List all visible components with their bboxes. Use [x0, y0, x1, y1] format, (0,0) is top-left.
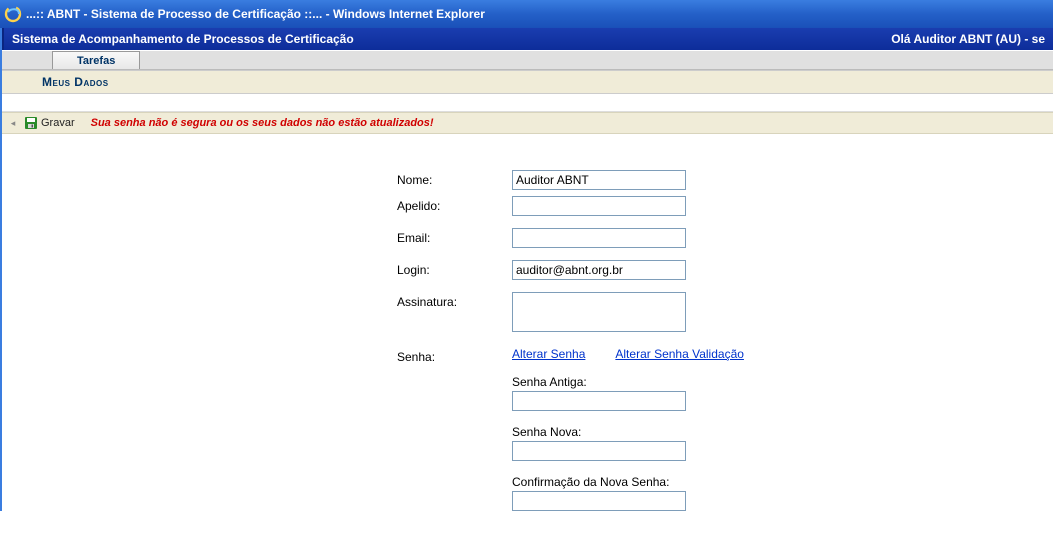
label-email: Email: — [2, 228, 512, 245]
label-senha: Senha: — [2, 347, 512, 364]
warning-message: Sua senha não é segura ou os seus dados … — [91, 117, 434, 129]
window-titlebar: ...:: ABNT - Sistema de Processo de Cert… — [0, 0, 1053, 28]
input-nome[interactable] — [512, 170, 686, 190]
input-apelido[interactable] — [512, 196, 686, 216]
link-alterar-senha[interactable]: Alterar Senha — [512, 347, 585, 361]
label-senha-antiga: Senha Antiga: — [512, 375, 1053, 389]
tab-label: Tarefas — [77, 55, 115, 67]
input-login[interactable] — [512, 260, 686, 280]
label-apelido: Apelido: — [2, 196, 512, 213]
collapse-icon[interactable]: ◂ — [8, 118, 18, 128]
tab-tarefas[interactable]: Tarefas — [52, 51, 140, 69]
user-greeting: Olá Auditor ABNT (AU) - se — [891, 32, 1045, 46]
form-area: Nome: Apelido: Email: Login: Assinatura:… — [2, 134, 1053, 511]
input-email[interactable] — [512, 228, 686, 248]
link-alterar-senha-validacao[interactable]: Alterar Senha Validação — [615, 347, 744, 361]
input-senha-antiga[interactable] — [512, 391, 686, 411]
ie-icon — [4, 5, 22, 23]
tabs-bar: Tarefas — [2, 50, 1053, 70]
input-confirma-senha[interactable] — [512, 491, 686, 511]
action-bar: ◂ Gravar Sua senha não é segura ou os se… — [2, 112, 1053, 134]
label-assinatura: Assinatura: — [2, 292, 512, 309]
page-subheader: Meus Dados — [2, 70, 1053, 94]
label-login: Login: — [2, 260, 512, 277]
save-icon — [24, 116, 38, 130]
app-header: Sistema de Acompanhamento de Processos d… — [2, 28, 1053, 50]
label-senha-nova: Senha Nova: — [512, 425, 1053, 439]
input-assinatura[interactable] — [512, 292, 686, 332]
system-name: Sistema de Acompanhamento de Processos d… — [12, 32, 354, 46]
window-title: ...:: ABNT - Sistema de Processo de Cert… — [26, 7, 485, 21]
save-button[interactable]: Gravar — [24, 116, 75, 130]
label-confirma-senha: Confirmação da Nova Senha: — [512, 475, 1053, 489]
page-title: Meus Dados — [42, 75, 109, 89]
input-senha-nova[interactable] — [512, 441, 686, 461]
label-nome: Nome: — [2, 170, 512, 187]
spacer — [2, 94, 1053, 112]
save-label: Gravar — [41, 117, 75, 129]
